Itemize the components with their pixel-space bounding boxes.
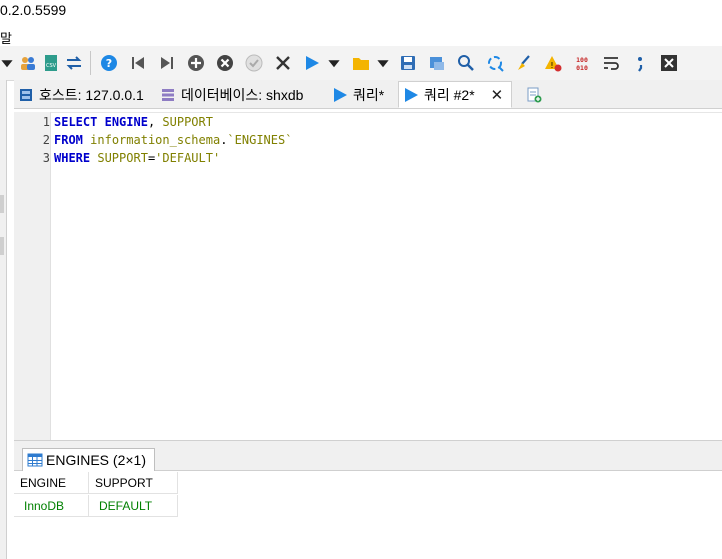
table-cell[interactable]: DEFAULT bbox=[89, 495, 178, 517]
left-panel-marker bbox=[0, 195, 4, 213]
sql-keyword: WHERE bbox=[54, 151, 91, 165]
tab-query-2[interactable]: 쿼리 #2* ✕ bbox=[398, 81, 513, 108]
run-dropdown-icon[interactable] bbox=[327, 52, 341, 74]
window-title: 0.2.0.5599 bbox=[0, 2, 67, 18]
left-panel-marker bbox=[0, 237, 4, 255]
tab-label: 쿼리* bbox=[353, 86, 385, 103]
sql-identifier: ENGINE bbox=[104, 115, 148, 129]
first-record-icon[interactable] bbox=[127, 52, 149, 74]
line-number: 1 bbox=[42, 115, 50, 129]
new-query-tab-icon bbox=[526, 87, 542, 103]
tab-result-engines[interactable]: ENGINES (2×1) bbox=[22, 448, 155, 471]
result-grid[interactable]: ENGINE SUPPORT InnoDB DEFAULT bbox=[14, 471, 722, 559]
line-number: 3 bbox=[42, 151, 50, 165]
tab-label: 쿼리 #2* bbox=[424, 86, 475, 103]
query-icon bbox=[403, 87, 419, 103]
sql-string: 'DEFAULT' bbox=[155, 151, 221, 165]
database-icon bbox=[160, 87, 176, 103]
table-cell[interactable]: InnoDB bbox=[14, 495, 89, 517]
add-record-icon[interactable] bbox=[185, 52, 207, 74]
close-tab-icon[interactable] bbox=[658, 52, 680, 74]
warnings-icon[interactable]: ! bbox=[542, 52, 564, 74]
menu-item-help[interactable]: 말 bbox=[0, 28, 12, 47]
wrap-icon[interactable] bbox=[600, 52, 622, 74]
replace-icon[interactable] bbox=[484, 52, 506, 74]
post-record-icon[interactable] bbox=[243, 52, 265, 74]
sql-identifier: `ENGINES` bbox=[227, 133, 293, 147]
dropdown-arrow-icon[interactable] bbox=[0, 52, 14, 74]
run-icon[interactable] bbox=[301, 52, 323, 74]
code-line-3: WHERE SUPPORT='DEFAULT' bbox=[54, 151, 220, 165]
cancel-record-icon[interactable] bbox=[272, 52, 294, 74]
sql-keyword: SELECT bbox=[54, 115, 98, 129]
column-header-support[interactable]: SUPPORT bbox=[89, 472, 178, 494]
tab-query-1[interactable]: 쿼리* bbox=[332, 82, 384, 107]
main-toolbar: CSV ? ! 100 010 bbox=[0, 46, 722, 81]
format-sql-icon[interactable] bbox=[513, 52, 535, 74]
svg-text:?: ? bbox=[106, 57, 112, 70]
code-line-1: SELECT ENGINE, SUPPORT bbox=[54, 115, 213, 129]
semicolon-icon[interactable] bbox=[629, 52, 651, 74]
left-panel[interactable] bbox=[0, 80, 7, 559]
sync-icon[interactable] bbox=[63, 52, 85, 74]
sql-keyword: FROM bbox=[54, 133, 83, 147]
export-csv-icon[interactable]: CSV bbox=[40, 52, 62, 74]
delete-record-icon[interactable] bbox=[214, 52, 236, 74]
save-as-icon[interactable] bbox=[426, 52, 448, 74]
last-record-icon[interactable] bbox=[156, 52, 178, 74]
result-tab-label: ENGINES (2×1) bbox=[46, 452, 146, 468]
host-icon bbox=[18, 87, 34, 103]
tab-label: 데이터베이스: shxdb bbox=[181, 86, 304, 103]
sql-identifier: SUPPORT bbox=[162, 115, 213, 129]
sql-identifier: SUPPORT bbox=[97, 151, 148, 165]
binary-icon[interactable]: 100 010 bbox=[571, 52, 593, 74]
find-icon[interactable] bbox=[455, 52, 477, 74]
save-icon[interactable] bbox=[397, 52, 419, 74]
open-folder-icon[interactable] bbox=[350, 52, 372, 74]
svg-text:100: 100 bbox=[576, 56, 588, 64]
code-line-2: FROM information_schema.`ENGINES` bbox=[54, 133, 292, 147]
tab-host[interactable]: 호스트: 127.0.0.1 bbox=[18, 82, 144, 107]
line-number: 2 bbox=[42, 133, 50, 147]
tab-label: 호스트: 127.0.0.1 bbox=[39, 86, 144, 103]
close-icon[interactable]: ✕ bbox=[491, 86, 504, 104]
sql-separator: , bbox=[147, 115, 163, 129]
svg-text:!: ! bbox=[550, 61, 553, 70]
svg-text:CSV: CSV bbox=[46, 63, 57, 69]
new-query-tab-button[interactable] bbox=[526, 82, 547, 107]
svg-text:010: 010 bbox=[576, 64, 588, 72]
table-icon bbox=[27, 452, 43, 468]
column-header-engine[interactable]: ENGINE bbox=[14, 472, 89, 494]
sql-identifier: information_schema bbox=[90, 133, 221, 147]
tab-bar: 호스트: 127.0.0.1 데이터베이스: shxdb 쿼리* 쿼리 #2* … bbox=[14, 80, 722, 109]
help-icon[interactable]: ? bbox=[98, 52, 120, 74]
query-icon bbox=[332, 87, 348, 103]
tab-database[interactable]: 데이터베이스: shxdb bbox=[160, 82, 303, 107]
user-manager-icon[interactable] bbox=[17, 52, 39, 74]
open-dropdown-icon[interactable] bbox=[376, 52, 390, 74]
